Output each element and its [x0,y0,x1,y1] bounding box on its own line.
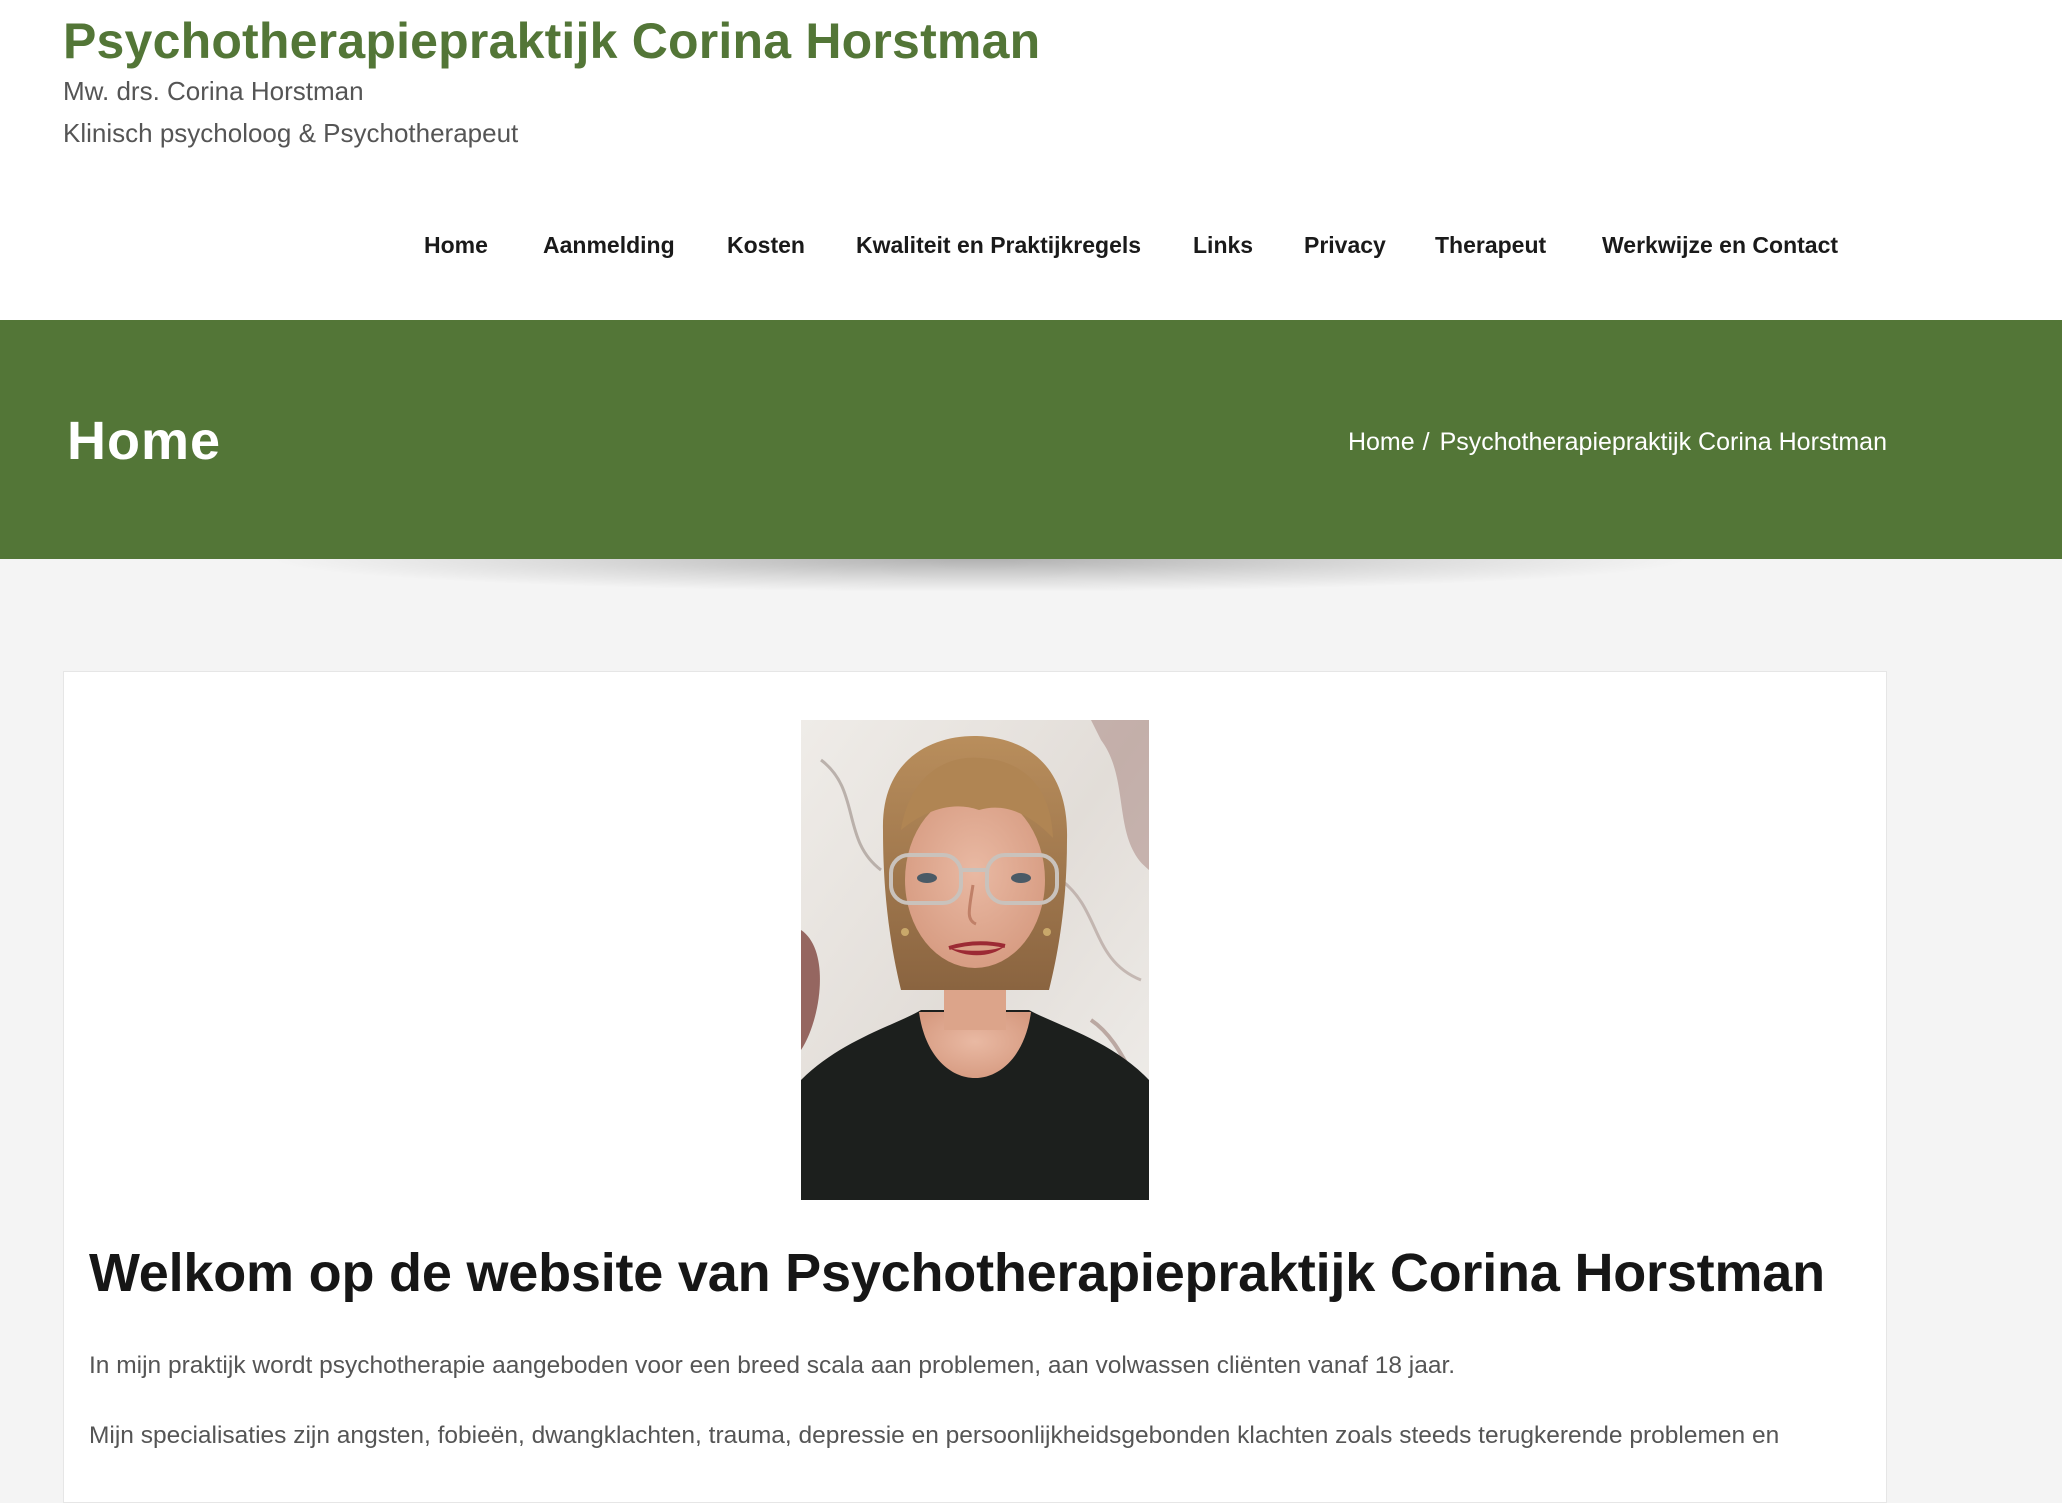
nav-item-kwaliteit-en-praktijkregels[interactable]: Kwaliteit en Praktijkregels [856,232,1141,259]
nav-item-werkwijze-en-contact[interactable]: Werkwijze en Contact [1602,232,1838,259]
nav-item-therapeut[interactable]: Therapeut [1435,232,1546,259]
intro-paragraph: In mijn praktijk wordt psychotherapie aa… [89,1352,1456,1379]
banner-shadow [70,559,1890,603]
portrait-illustration [801,720,1149,1200]
breadcrumb-separator: / [1422,428,1430,456]
therapist-portrait-image [801,720,1149,1200]
page-title-banner: Home Home / Psychotherapiepraktijk Corina … [0,320,2062,559]
site-title[interactable]: Psychotherapiepraktijk Corina Horstman [63,12,1040,70]
specialisations-paragraph: Mijn specialisaties zijn angsten, fobieë… [89,1422,1780,1449]
nav-item-home[interactable]: Home [424,232,488,259]
breadcrumb-home-link[interactable]: Home [1348,428,1415,456]
content-card: Welkom op de website van Psychotherapiep… [63,671,1887,1503]
nav-item-links[interactable]: Links [1193,232,1253,259]
site-header: Psychotherapiepraktijk Corina Horstman M… [0,0,2062,320]
nav-item-kosten[interactable]: Kosten [727,232,805,259]
page-title: Home [67,411,222,471]
breadcrumb: Home / Psychotherapiepraktijk Corina Horst… [1348,428,1887,457]
nav-item-privacy[interactable]: Privacy [1304,232,1386,259]
site-tagline-profession: Klinisch psycholoog & Psychotherapeut [63,118,519,148]
site-tagline-name: Mw. drs. Corina Horstman [63,76,364,106]
breadcrumb-current: Psychotherapiepraktijk Corina Horstman [1439,428,1887,456]
welcome-heading: Welkom op de website van Psychotherapiep… [89,1243,1825,1303]
nav-item-aanmelding[interactable]: Aanmelding [543,232,675,259]
